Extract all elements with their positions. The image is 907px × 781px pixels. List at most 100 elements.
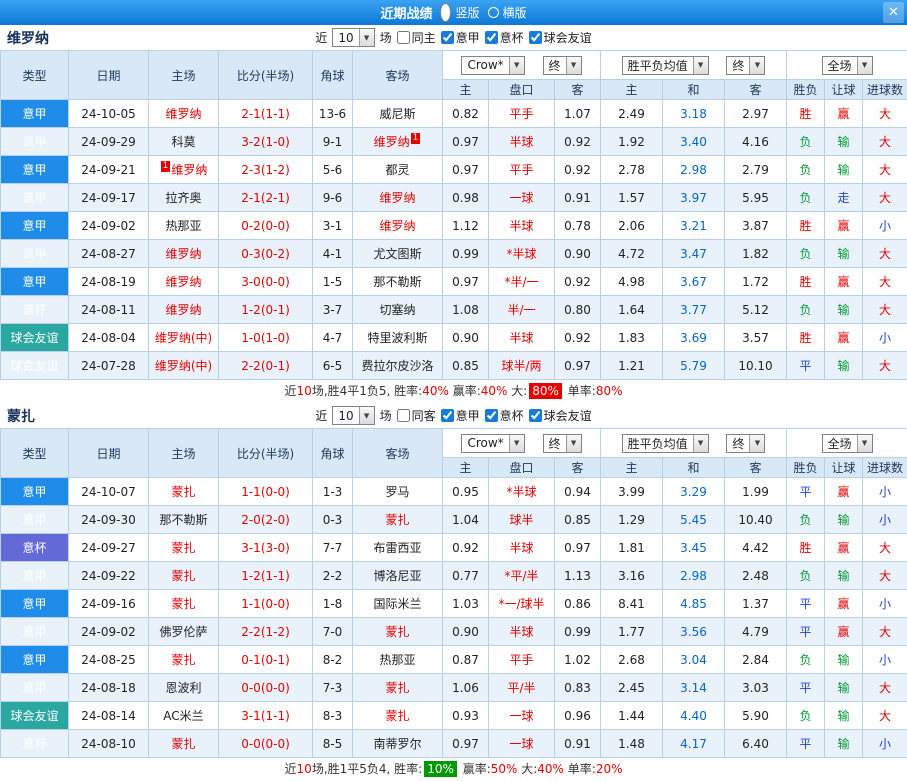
league-filter-1[interactable]: 意杯 (485, 29, 524, 46)
cell-asian-home-odds: 0.77 (443, 562, 489, 590)
match-count-select[interactable]: 10▼ (332, 406, 374, 425)
summary-segment: 大: (517, 762, 537, 776)
bookmaker-select[interactable]: Crow*▼ (461, 434, 524, 453)
select-value: Crow* (462, 435, 508, 452)
cell-home-team: 维罗纳 (149, 268, 219, 296)
league-filter-checkbox[interactable] (485, 31, 498, 44)
cell-euro-draw-odds: 3.67 (663, 268, 725, 296)
scope-select[interactable]: 全场▼ (822, 56, 873, 75)
same-side-filter[interactable]: 同主 (397, 29, 436, 46)
cell-euro-draw-odds: 3.45 (663, 534, 725, 562)
games-label: 场 (380, 29, 392, 46)
league-filter-2[interactable]: 球会友谊 (529, 407, 592, 424)
col-header-type: 类型 (1, 429, 69, 478)
cell-result: 平 (787, 352, 825, 380)
cell-date: 24-09-02 (69, 212, 149, 240)
league-filter-0[interactable]: 意甲 (441, 29, 480, 46)
match-count-select[interactable]: 10▼ (332, 28, 374, 47)
col-header-euro-away: 客 (725, 458, 787, 478)
team-label: 切塞纳 (379, 303, 415, 317)
cell-home-team: 蒙扎 (149, 534, 219, 562)
league-filter-0[interactable]: 意甲 (441, 407, 480, 424)
cell-asian-home-odds: 0.85 (443, 352, 489, 380)
cell-goals: 大 (863, 702, 907, 730)
cell-euro-away-odds: 2.79 (725, 156, 787, 184)
cell-euro-home-odds: 1.29 (601, 506, 663, 534)
table-row: 意杯24-08-10蒙扎0-0(0-0)8-5南蒂罗尔0.97一球0.911.4… (1, 730, 907, 758)
cell-asian-away-odds: 0.92 (555, 324, 601, 352)
team-name: 维罗纳 (7, 28, 49, 48)
summary-segment: 10% (424, 761, 457, 777)
cell-corners: 3-1 (313, 212, 353, 240)
team-label: 热那亚 (165, 219, 201, 233)
league-filter-checkbox[interactable] (441, 31, 454, 44)
col-header-euro-draw: 和 (663, 458, 725, 478)
league-filter-label: 球会友谊 (544, 29, 592, 46)
cell-date: 24-08-27 (69, 240, 149, 268)
cell-handicap: 半球 (489, 324, 555, 352)
scope-select[interactable]: 全场▼ (822, 434, 873, 453)
cell-asian-away-odds: 0.85 (555, 506, 601, 534)
cell-result: 胜 (787, 212, 825, 240)
cell-handicap-result: 赢 (825, 100, 863, 128)
team-label: 蒙扎 (385, 625, 409, 639)
cell-handicap-result: 走 (825, 184, 863, 212)
same-side-checkbox[interactable] (397, 409, 410, 422)
cell-competition: 意甲 (1, 212, 69, 240)
team-label: 那不勒斯 (159, 513, 207, 527)
league-filter-checkbox[interactable] (529, 409, 542, 422)
league-filter-checkbox[interactable] (485, 409, 498, 422)
league-filter-checkbox[interactable] (529, 31, 542, 44)
cell-euro-draw-odds: 3.29 (663, 478, 725, 506)
chevron-down-icon: ▼ (509, 435, 524, 452)
cell-handicap-result: 赢 (825, 212, 863, 240)
asian-final-select[interactable]: 终▼ (543, 56, 582, 75)
cell-corners: 1-5 (313, 268, 353, 296)
chevron-down-icon: ▼ (749, 57, 764, 74)
col-header-corner: 角球 (313, 51, 353, 100)
cell-date: 24-08-04 (69, 324, 149, 352)
select-value: 终 (544, 57, 566, 74)
team-label: 那不勒斯 (373, 275, 421, 289)
cell-asian-away-odds: 1.07 (555, 100, 601, 128)
cell-date: 24-09-16 (69, 590, 149, 618)
league-filter-checkbox[interactable] (441, 409, 454, 422)
cell-asian-away-odds: 0.97 (555, 534, 601, 562)
euro-mean-select[interactable]: 胜平负均值▼ (622, 434, 709, 453)
cell-euro-away-odds: 1.72 (725, 268, 787, 296)
euro-mean-select[interactable]: 胜平负均值▼ (622, 56, 709, 75)
cell-euro-away-odds: 5.12 (725, 296, 787, 324)
cell-euro-away-odds: 1.99 (725, 478, 787, 506)
cell-euro-away-odds: 2.48 (725, 562, 787, 590)
summary-segment: 场,胜4平1负5, 胜率: (312, 384, 422, 398)
close-icon[interactable]: ✕ (883, 2, 904, 23)
layout-radio-horizontal[interactable]: 横版 (488, 4, 527, 21)
cell-euro-away-odds: 4.79 (725, 618, 787, 646)
table-row: 意杯24-08-11维罗纳1-2(0-1)3-7切塞纳1.08半/一0.801.… (1, 296, 907, 324)
same-side-filter[interactable]: 同客 (397, 407, 436, 424)
cell-euro-home-odds: 1.57 (601, 184, 663, 212)
layout-radio-vertical[interactable]: 竖版 (440, 3, 479, 22)
cell-handicap: 球半/两 (489, 352, 555, 380)
euro-final-select[interactable]: 终▼ (726, 434, 765, 453)
cell-handicap-result: 输 (825, 240, 863, 268)
summary-segment: 10 (297, 384, 312, 398)
asian-final-select[interactable]: 终▼ (543, 434, 582, 453)
cell-asian-home-odds: 0.90 (443, 618, 489, 646)
league-filter-label: 球会友谊 (544, 407, 592, 424)
cell-euro-home-odds: 3.16 (601, 562, 663, 590)
cell-home-team: 蒙扎 (149, 590, 219, 618)
same-side-checkbox[interactable] (397, 31, 410, 44)
cell-euro-home-odds: 1.92 (601, 128, 663, 156)
cell-away-team: 切塞纳 (353, 296, 443, 324)
cell-euro-home-odds: 1.81 (601, 534, 663, 562)
cell-away-team: 维罗纳 (353, 212, 443, 240)
league-filter-2[interactable]: 球会友谊 (529, 29, 592, 46)
cell-euro-home-odds: 1.64 (601, 296, 663, 324)
euro-final-select[interactable]: 终▼ (726, 56, 765, 75)
cell-home-team: 蒙扎 (149, 730, 219, 758)
cell-handicap-result: 输 (825, 646, 863, 674)
league-filter-1[interactable]: 意杯 (485, 407, 524, 424)
bookmaker-select[interactable]: Crow*▼ (461, 56, 524, 75)
cell-asian-away-odds: 0.94 (555, 478, 601, 506)
